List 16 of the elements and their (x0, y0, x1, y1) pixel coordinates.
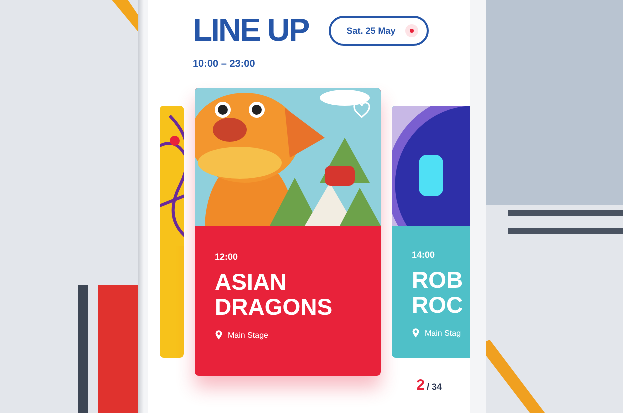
location-pin-icon (412, 328, 420, 338)
page-total: / 34 (426, 382, 442, 392)
event-title: ROB ROC (412, 268, 464, 318)
date-button[interactable]: Sat. 25 May (328, 16, 429, 46)
event-title: ASIAN DRAGONS (215, 270, 334, 320)
location-pin-icon (215, 330, 223, 340)
page-current: 2 (416, 377, 425, 394)
event-time: 14:00 (412, 250, 436, 260)
event-time: 12:00 (215, 252, 240, 262)
hours-text: 10:00 – 23:00 (193, 59, 256, 70)
stage-name: Main Stag (425, 328, 462, 338)
event-card[interactable]: 12:00 ASIAN DRAGONS Main Stage (195, 88, 381, 376)
dot-icon (404, 24, 419, 38)
stage-name: Main Stage (228, 330, 268, 340)
page-title: LINE UP (193, 12, 309, 49)
event-card[interactable] (160, 106, 184, 358)
